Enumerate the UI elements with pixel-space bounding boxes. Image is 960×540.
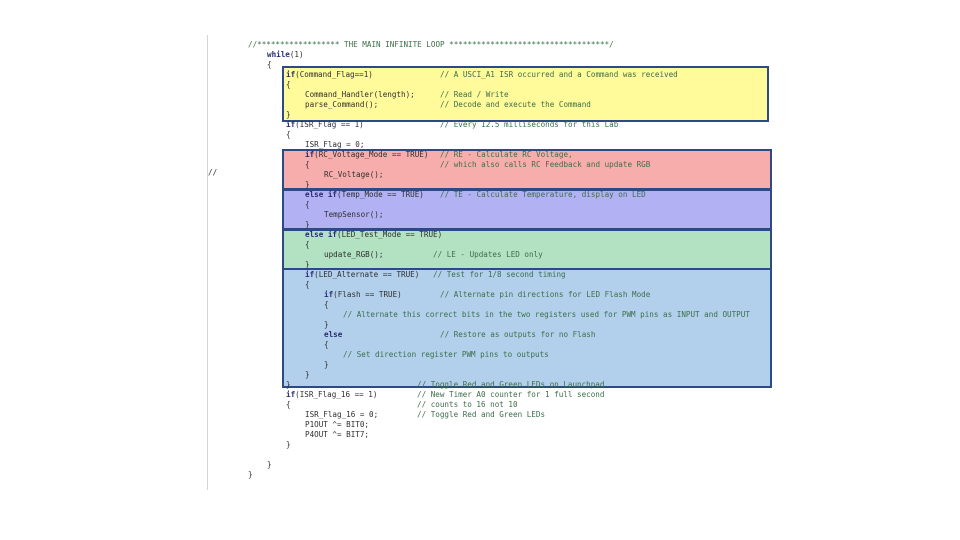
code-line: if(RC_Voltage_Mode == TRUE) — [305, 150, 429, 159]
code-line: parse_Command(); — [305, 100, 379, 109]
code-comment: // Read / Write — [440, 90, 509, 99]
code-line: if(ISR_Flag == 1) — [286, 120, 364, 129]
code-line: } — [305, 180, 310, 189]
code-comment: // RE - Calculate RC Voltage, — [440, 150, 573, 159]
code-comment: // which also calls RC Feedback and upda… — [440, 160, 651, 169]
code-comment: // counts to 16 not 10 — [417, 400, 518, 409]
code-line: else if(LED_Test_Mode == TRUE) — [305, 230, 443, 239]
code-line: P4OUT ^= BIT7; — [305, 430, 370, 439]
code-comment: // Alternate pin directions for LED Flas… — [440, 290, 651, 299]
code-line: update_RGB(); — [324, 250, 384, 259]
code-line: else — [324, 330, 343, 339]
code-line: { — [324, 300, 329, 309]
code-line: Command_Handler(length); — [305, 90, 415, 99]
code-line: { — [286, 400, 291, 409]
code-line: P1OUT ^= BIT0; — [305, 420, 370, 429]
code-line: } — [286, 110, 291, 119]
code-line: RC_Voltage(); — [324, 170, 384, 179]
code-line: } — [305, 370, 310, 379]
code-line: if(Command_Flag==1) — [286, 70, 373, 79]
code-line: } — [305, 220, 310, 229]
code-line: // Set direction register PWM pins to ou… — [343, 350, 549, 359]
code-line: if(ISR_Flag_16 == 1) — [286, 390, 378, 399]
code-line: while(1) — [267, 50, 304, 59]
code-line: } — [286, 380, 291, 389]
code-comment: // A USCI_A1 ISR occurred and a Command … — [440, 70, 678, 79]
code-line: ISR_Flag_16 = 0; — [305, 410, 379, 419]
code-line: { — [324, 340, 329, 349]
code-line: } — [324, 320, 329, 329]
code-line: { — [286, 130, 291, 139]
code-line: } — [267, 460, 272, 469]
code-line: } — [286, 440, 291, 449]
code-comment: // Toggle Red and Green LEDs on Launchpa… — [417, 380, 605, 389]
code-line: { — [286, 80, 291, 89]
code-comment: // Every 12.5 milliseconds for this Lab — [440, 120, 619, 129]
code-comment: // TE - Calculate Temperature, display o… — [440, 190, 646, 199]
code-line: } — [305, 260, 310, 269]
code-line: if(Flash == TRUE) — [324, 290, 402, 299]
code-line: else if(Temp_Mode == TRUE) — [305, 190, 424, 199]
code-line: // Alternate this correct bits in the tw… — [343, 310, 750, 319]
code-comment: // New Timer A0 counter for 1 full secon… — [417, 390, 605, 399]
code-listing: //****************** THE MAIN INFINITE L… — [0, 0, 960, 540]
code-comment: // LE - Updates LED only — [433, 250, 543, 259]
code-line: { — [305, 160, 310, 169]
code-comment: // Restore as outputs for no Flash — [440, 330, 596, 339]
code-line: { — [305, 200, 310, 209]
code-line: if(LED_Alternate == TRUE) — [305, 270, 420, 279]
code-comment: // Toggle Red and Green LEDs — [417, 410, 546, 419]
code-comment: // Decode and execute the Command — [440, 100, 591, 109]
code-comment: // Test for 1/8 second timing — [433, 270, 566, 279]
code-line: TempSensor(); — [324, 210, 384, 219]
code-line: ISR_Flag = 0; — [305, 140, 365, 149]
code-line: } — [324, 360, 329, 369]
code-line: } — [248, 470, 253, 479]
code-line: { — [305, 240, 310, 249]
code-line: { — [305, 280, 310, 289]
code-line: //****************** THE MAIN INFINITE L… — [248, 40, 614, 49]
code-line: { — [267, 60, 272, 69]
